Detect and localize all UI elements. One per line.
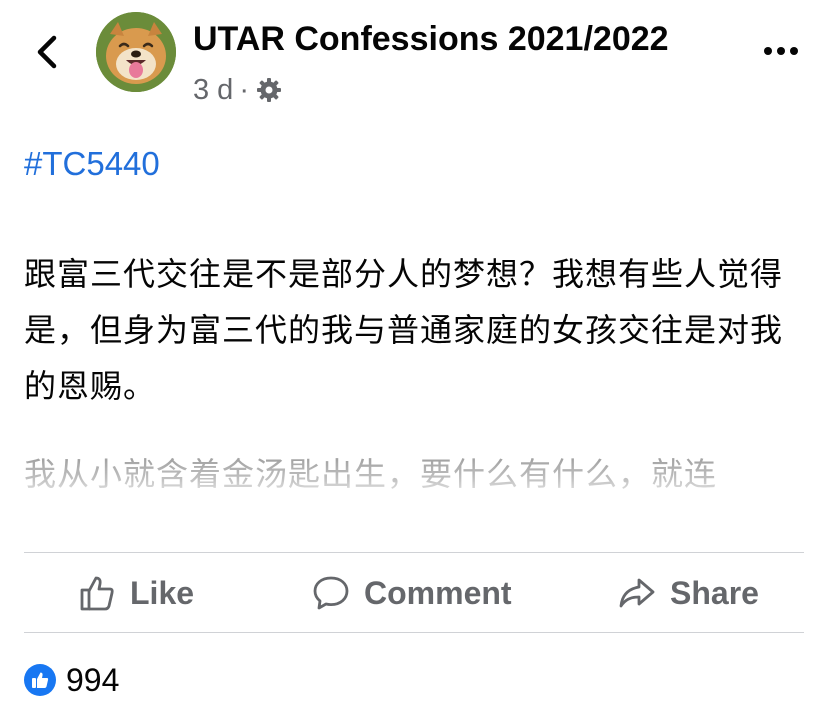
- like-label: Like: [130, 574, 195, 611]
- hashtag-link[interactable]: #TC5440: [24, 145, 160, 183]
- reaction-count: 994: [66, 661, 120, 698]
- comment-label: Comment: [364, 574, 512, 611]
- share-button[interactable]: Share: [618, 553, 759, 633]
- like-button[interactable]: Like: [78, 553, 194, 633]
- divider-bottom: [24, 632, 804, 633]
- more-options-button[interactable]: [760, 36, 804, 66]
- thumbs-up-icon: [80, 576, 114, 611]
- like-reaction-badge: [24, 664, 56, 696]
- thumbs-up-filled-icon: [32, 672, 49, 688]
- back-button[interactable]: [28, 30, 68, 74]
- post-paragraph: 跟富三代交往是不是部分人的梦想？我想有些人觉得是，但身为富三代的我与普通家庭的女…: [24, 255, 784, 405]
- post-header: UTAR Confessions 2021/2022 3 d ·: [0, 0, 828, 120]
- page-avatar[interactable]: [96, 12, 176, 92]
- comment-icon: [313, 576, 349, 610]
- post-body: 跟富三代交往是不是部分人的梦想？我想有些人觉得是，但身为富三代的我与普通家庭的女…: [24, 246, 804, 414]
- meta-separator: ·: [239, 73, 249, 106]
- dog-avatar-icon: [96, 12, 176, 92]
- action-bar: Like Comment Share: [24, 553, 804, 633]
- post-time[interactable]: 3 d: [193, 74, 233, 107]
- back-arrow-icon: [37, 35, 57, 69]
- page-name[interactable]: UTAR Confessions 2021/2022: [193, 20, 669, 59]
- gear-icon: [257, 78, 281, 102]
- comment-button[interactable]: Comment: [312, 553, 512, 633]
- reactions-summary[interactable]: 994: [24, 658, 119, 702]
- more-icon: [764, 47, 798, 55]
- share-icon: [619, 578, 655, 608]
- share-label: Share: [670, 574, 759, 611]
- post-faded-preview[interactable]: 我从小就含着金汤匙出生，要什么有什么，就连: [24, 446, 804, 518]
- post-meta: 3 d ·: [193, 70, 283, 110]
